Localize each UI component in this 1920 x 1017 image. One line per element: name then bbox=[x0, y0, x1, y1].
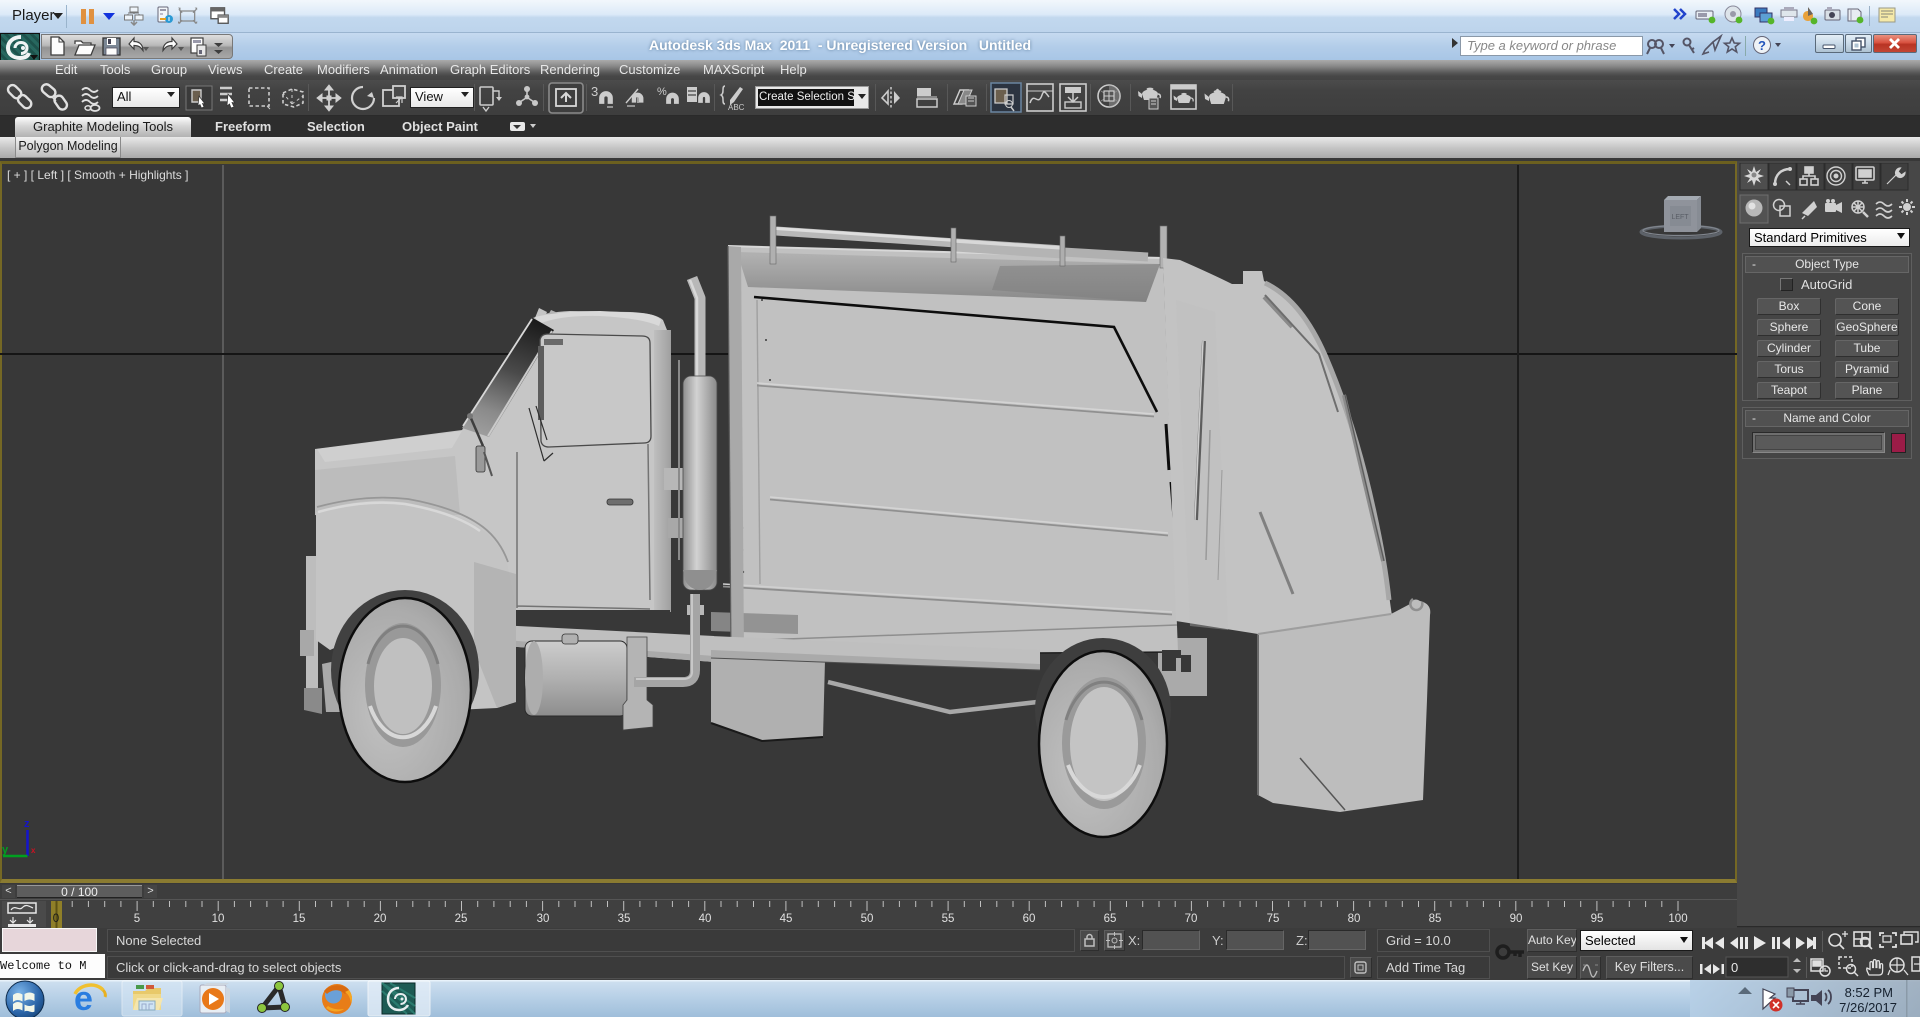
svg-text:LEFT: LEFT bbox=[1671, 214, 1689, 221]
svg-text:ABC: ABC bbox=[728, 103, 745, 112]
svg-text:%: % bbox=[657, 86, 667, 98]
svg-text:3: 3 bbox=[591, 84, 598, 99]
svg-text:?: ? bbox=[1758, 38, 1766, 53]
svg-text:z: z bbox=[24, 818, 30, 830]
svg-text:7/26/2017: 7/26/2017 bbox=[1839, 1000, 1897, 1015]
svg-text:x: x bbox=[31, 846, 36, 855]
svg-text:y: y bbox=[2, 844, 9, 856]
svg-text:8:52 PM: 8:52 PM bbox=[1845, 985, 1893, 1000]
svg-text:0: 0 bbox=[1731, 960, 1738, 975]
